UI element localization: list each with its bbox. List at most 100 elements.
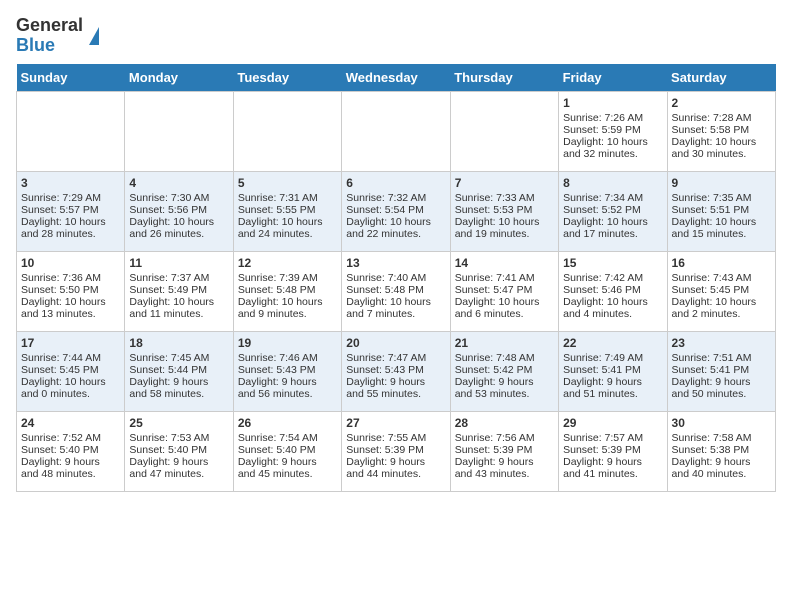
logo-line1: General [16,16,83,36]
calendar-cell: 16 Sunrise: 7:43 AM Sunset: 5:45 PM Dayli… [667,251,775,331]
calendar-cell [450,91,558,171]
calendar-cell: 20 Sunrise: 7:47 AM Sunset: 5:43 PM Dayli… [342,331,450,411]
day-number: 12 [238,256,337,270]
day-header-saturday: Saturday [667,64,775,92]
day-info: Sunrise: 7:33 AM Sunset: 5:53 PM Dayligh… [455,192,540,240]
header-row: SundayMondayTuesdayWednesdayThursdayFrid… [17,64,776,92]
day-number: 8 [563,176,662,190]
day-info: Sunrise: 7:39 AM Sunset: 5:48 PM Dayligh… [238,272,323,320]
calendar-cell: 28 Sunrise: 7:56 AM Sunset: 5:39 PM Dayli… [450,411,558,491]
day-number: 6 [346,176,445,190]
day-info: Sunrise: 7:46 AM Sunset: 5:43 PM Dayligh… [238,352,318,400]
calendar-cell: 29 Sunrise: 7:57 AM Sunset: 5:39 PM Dayli… [559,411,667,491]
day-number: 28 [455,416,554,430]
day-number: 15 [563,256,662,270]
calendar-cell: 19 Sunrise: 7:46 AM Sunset: 5:43 PM Dayli… [233,331,341,411]
calendar-cell [17,91,125,171]
day-header-friday: Friday [559,64,667,92]
page-header: General Blue [16,16,776,56]
day-info: Sunrise: 7:35 AM Sunset: 5:51 PM Dayligh… [672,192,757,240]
calendar-cell: 23 Sunrise: 7:51 AM Sunset: 5:41 PM Dayli… [667,331,775,411]
day-info: Sunrise: 7:34 AM Sunset: 5:52 PM Dayligh… [563,192,648,240]
day-number: 26 [238,416,337,430]
day-info: Sunrise: 7:32 AM Sunset: 5:54 PM Dayligh… [346,192,431,240]
day-header-monday: Monday [125,64,233,92]
day-number: 22 [563,336,662,350]
day-info: Sunrise: 7:58 AM Sunset: 5:38 PM Dayligh… [672,432,752,480]
day-info: Sunrise: 7:29 AM Sunset: 5:57 PM Dayligh… [21,192,106,240]
day-header-wednesday: Wednesday [342,64,450,92]
day-header-thursday: Thursday [450,64,558,92]
calendar-cell: 22 Sunrise: 7:49 AM Sunset: 5:41 PM Dayli… [559,331,667,411]
calendar-cell: 27 Sunrise: 7:55 AM Sunset: 5:39 PM Dayli… [342,411,450,491]
logo-text: General Blue [16,16,83,56]
day-header-tuesday: Tuesday [233,64,341,92]
day-info: Sunrise: 7:55 AM Sunset: 5:39 PM Dayligh… [346,432,426,480]
calendar-cell: 9 Sunrise: 7:35 AM Sunset: 5:51 PM Daylig… [667,171,775,251]
calendar-cell: 12 Sunrise: 7:39 AM Sunset: 5:48 PM Dayli… [233,251,341,331]
day-info: Sunrise: 7:26 AM Sunset: 5:59 PM Dayligh… [563,112,648,160]
calendar-cell: 10 Sunrise: 7:36 AM Sunset: 5:50 PM Dayli… [17,251,125,331]
calendar-cell [125,91,233,171]
day-number: 7 [455,176,554,190]
day-number: 14 [455,256,554,270]
day-info: Sunrise: 7:43 AM Sunset: 5:45 PM Dayligh… [672,272,757,320]
logo-line2: Blue [16,36,83,56]
day-info: Sunrise: 7:48 AM Sunset: 5:42 PM Dayligh… [455,352,535,400]
day-number: 1 [563,96,662,110]
day-info: Sunrise: 7:52 AM Sunset: 5:40 PM Dayligh… [21,432,101,480]
calendar-cell: 24 Sunrise: 7:52 AM Sunset: 5:40 PM Dayli… [17,411,125,491]
day-header-sunday: Sunday [17,64,125,92]
calendar-cell: 30 Sunrise: 7:58 AM Sunset: 5:38 PM Dayli… [667,411,775,491]
day-number: 19 [238,336,337,350]
day-number: 24 [21,416,120,430]
calendar-cell: 26 Sunrise: 7:54 AM Sunset: 5:40 PM Dayli… [233,411,341,491]
calendar-cell: 2 Sunrise: 7:28 AM Sunset: 5:58 PM Daylig… [667,91,775,171]
day-number: 16 [672,256,771,270]
day-info: Sunrise: 7:40 AM Sunset: 5:48 PM Dayligh… [346,272,431,320]
logo: General Blue [16,16,99,56]
day-info: Sunrise: 7:57 AM Sunset: 5:39 PM Dayligh… [563,432,643,480]
calendar-cell: 3Sunrise: 7:29 AM Sunset: 5:57 PM Daylig… [17,171,125,251]
day-number: 23 [672,336,771,350]
day-info: Sunrise: 7:54 AM Sunset: 5:40 PM Dayligh… [238,432,318,480]
week-row: 1 Sunrise: 7:26 AM Sunset: 5:59 PM Daylig… [17,91,776,171]
calendar-cell [342,91,450,171]
day-number: 25 [129,416,228,430]
day-info: Sunrise: 7:31 AM Sunset: 5:55 PM Dayligh… [238,192,323,240]
day-info: Sunrise: 7:36 AM Sunset: 5:50 PM Dayligh… [21,272,106,320]
calendar-cell: 15 Sunrise: 7:42 AM Sunset: 5:46 PM Dayli… [559,251,667,331]
calendar-cell: 18 Sunrise: 7:45 AM Sunset: 5:44 PM Dayli… [125,331,233,411]
day-number: 9 [672,176,771,190]
calendar-cell: 8 Sunrise: 7:34 AM Sunset: 5:52 PM Daylig… [559,171,667,251]
day-number: 18 [129,336,228,350]
day-info: Sunrise: 7:53 AM Sunset: 5:40 PM Dayligh… [129,432,209,480]
day-number: 5 [238,176,337,190]
day-info: Sunrise: 7:47 AM Sunset: 5:43 PM Dayligh… [346,352,426,400]
calendar-cell: 13Sunrise: 7:40 AM Sunset: 5:48 PM Dayli… [342,251,450,331]
day-info: Sunrise: 7:49 AM Sunset: 5:41 PM Dayligh… [563,352,643,400]
calendar-cell: 11Sunrise: 7:37 AM Sunset: 5:49 PM Dayli… [125,251,233,331]
day-number: 2 [672,96,771,110]
day-number: 27 [346,416,445,430]
day-number: 11 [129,256,228,270]
week-row: 3Sunrise: 7:29 AM Sunset: 5:57 PM Daylig… [17,171,776,251]
day-number: 10 [21,256,120,270]
day-number: 20 [346,336,445,350]
day-number: 4 [129,176,228,190]
day-info: Sunrise: 7:56 AM Sunset: 5:39 PM Dayligh… [455,432,535,480]
calendar-cell: 6 Sunrise: 7:32 AM Sunset: 5:54 PM Daylig… [342,171,450,251]
calendar-table: SundayMondayTuesdayWednesdayThursdayFrid… [16,64,776,492]
day-info: Sunrise: 7:28 AM Sunset: 5:58 PM Dayligh… [672,112,757,160]
logo-triangle-icon [89,27,99,45]
day-info: Sunrise: 7:45 AM Sunset: 5:44 PM Dayligh… [129,352,209,400]
calendar-cell [233,91,341,171]
week-row: 24 Sunrise: 7:52 AM Sunset: 5:40 PM Dayli… [17,411,776,491]
day-number: 17 [21,336,120,350]
day-info: Sunrise: 7:42 AM Sunset: 5:46 PM Dayligh… [563,272,648,320]
calendar-cell: 1 Sunrise: 7:26 AM Sunset: 5:59 PM Daylig… [559,91,667,171]
day-number: 30 [672,416,771,430]
day-info: Sunrise: 7:51 AM Sunset: 5:41 PM Dayligh… [672,352,752,400]
calendar-cell: 7 Sunrise: 7:33 AM Sunset: 5:53 PM Daylig… [450,171,558,251]
day-number: 29 [563,416,662,430]
